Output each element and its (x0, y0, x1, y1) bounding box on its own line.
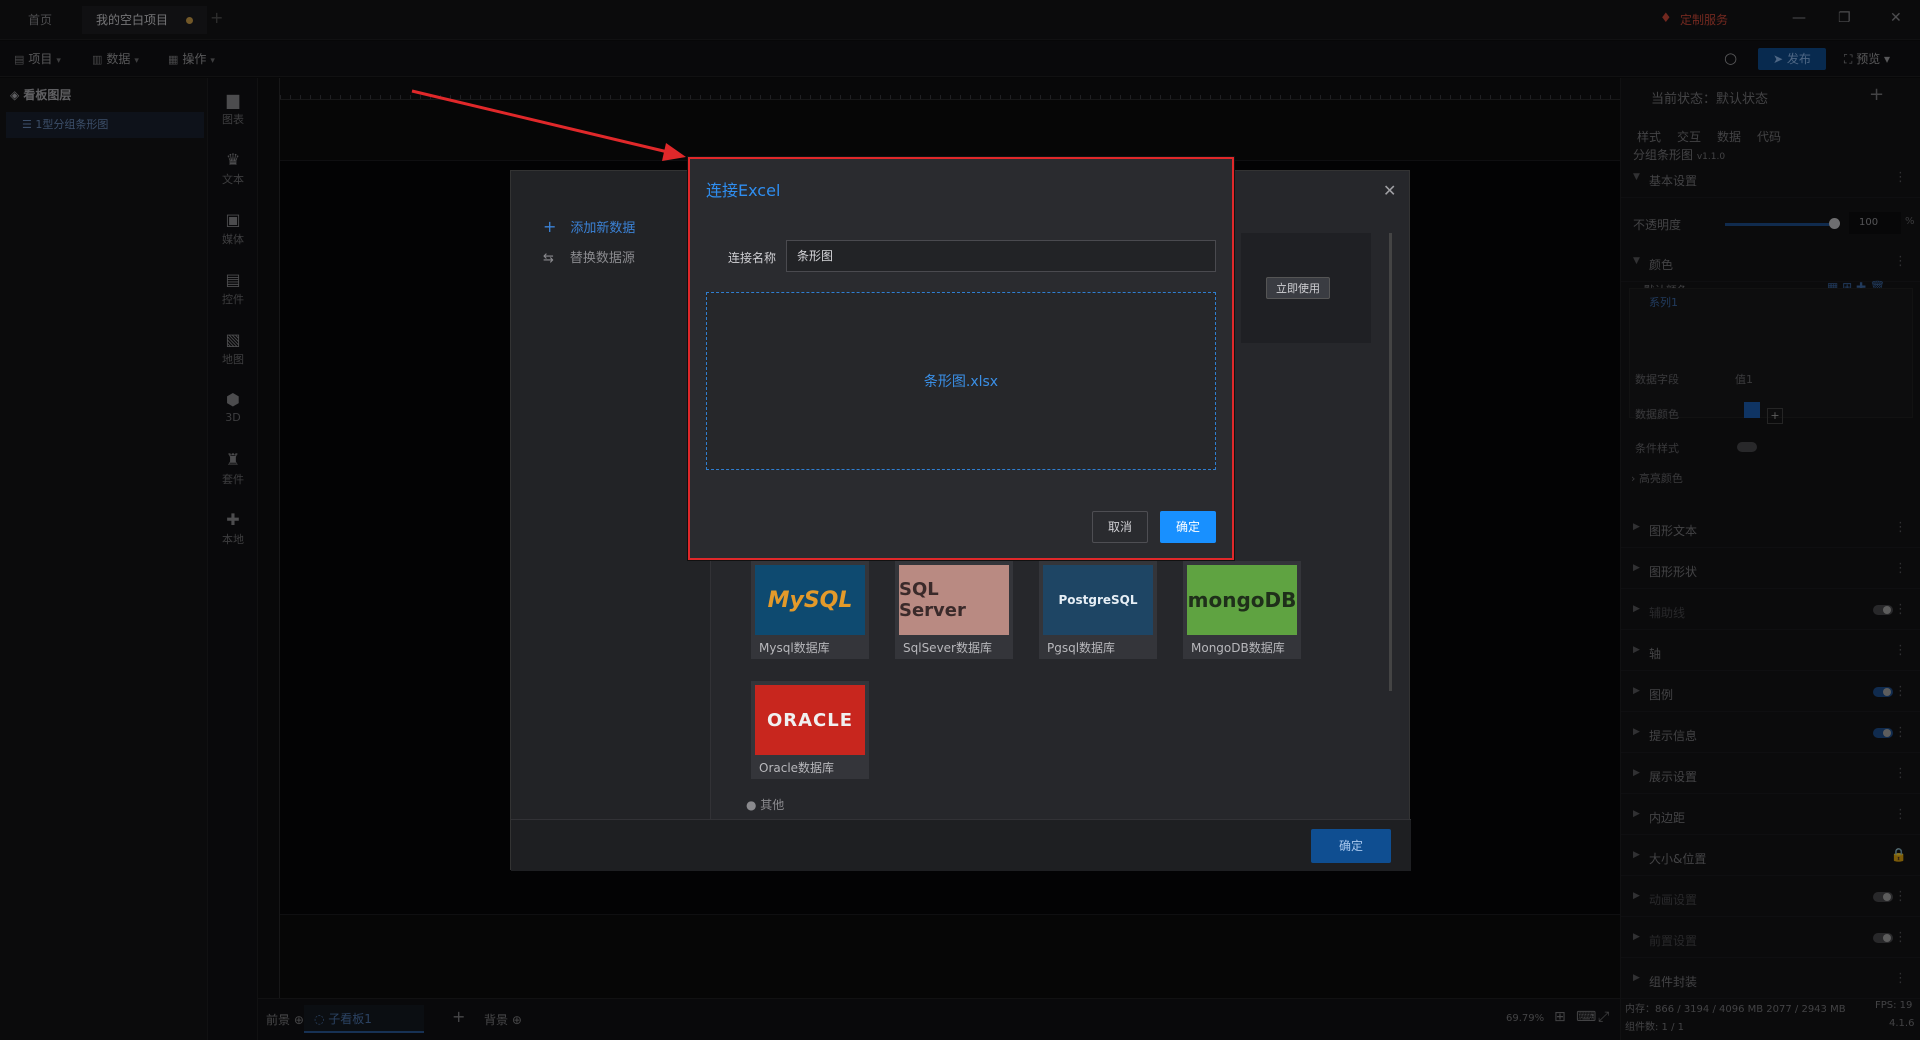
mysql-logo: MySQL (755, 565, 865, 635)
connect-excel-dialog: 连接Excel 连接名称 条形图 条形图.xlsx 取消 确定 (688, 157, 1234, 560)
other-label: 其他 (760, 798, 785, 812)
replace-label: 替换数据源 (569, 251, 635, 266)
sqlserver-logo: SQL Server (899, 565, 1009, 635)
oracle-logo: ORACLE (755, 685, 865, 755)
scrollbar[interactable] (1389, 233, 1392, 691)
confirm-button[interactable]: 确定 (1311, 829, 1391, 863)
use-now-button[interactable]: 立即使用 (1266, 277, 1330, 299)
db-name: Pgsql数据库 (1047, 641, 1116, 655)
db-name: SqlSever数据库 (903, 641, 992, 655)
mongodb-logo: mongoDB (1187, 565, 1297, 635)
sqlserver-card[interactable]: SQL Server SqlSever数据库 (895, 561, 1013, 659)
mysql-card[interactable]: MySQL Mysql数据库 (751, 561, 869, 659)
pgsql-card[interactable]: PostgreSQL Pgsql数据库 (1039, 561, 1157, 659)
plus-icon: + (543, 217, 557, 236)
file-drop-zone[interactable]: 条形图.xlsx (706, 292, 1216, 470)
ok-button[interactable]: 确定 (1160, 511, 1216, 543)
annotation-arrow (411, 89, 686, 161)
db-name: Oracle数据库 (759, 761, 835, 775)
oracle-card[interactable]: ORACLE Oracle数据库 (751, 681, 869, 779)
connection-name-label: 连接名称 (728, 251, 777, 265)
db-name: MongoDB数据库 (1191, 641, 1285, 655)
mongodb-card[interactable]: mongoDB MongoDB数据库 (1183, 561, 1301, 659)
dialog-title: 连接Excel (706, 181, 781, 200)
uploaded-file-name: 条形图.xlsx (923, 374, 999, 390)
other-section-label: ● 其他 (746, 796, 784, 813)
cancel-button[interactable]: 取消 (1092, 511, 1148, 543)
modal-footer (511, 819, 1411, 871)
postgresql-logo: PostgreSQL (1043, 565, 1153, 635)
connection-name-input[interactable]: 条形图 (786, 240, 1216, 272)
add-new-data-label: 添加新数据 (570, 221, 636, 236)
swap-icon: ⇆ (543, 251, 554, 266)
close-icon[interactable]: ✕ (1383, 181, 1396, 200)
add-new-data-item[interactable]: + 添加新数据 (543, 217, 635, 236)
db-name: Mysql数据库 (759, 641, 830, 655)
replace-data-source-item[interactable]: ⇆ 替换数据源 (543, 247, 635, 266)
data-source-sidebar: + 添加新数据 ⇆ 替换数据源 (511, 171, 711, 871)
circle-icon: ● (746, 798, 761, 812)
